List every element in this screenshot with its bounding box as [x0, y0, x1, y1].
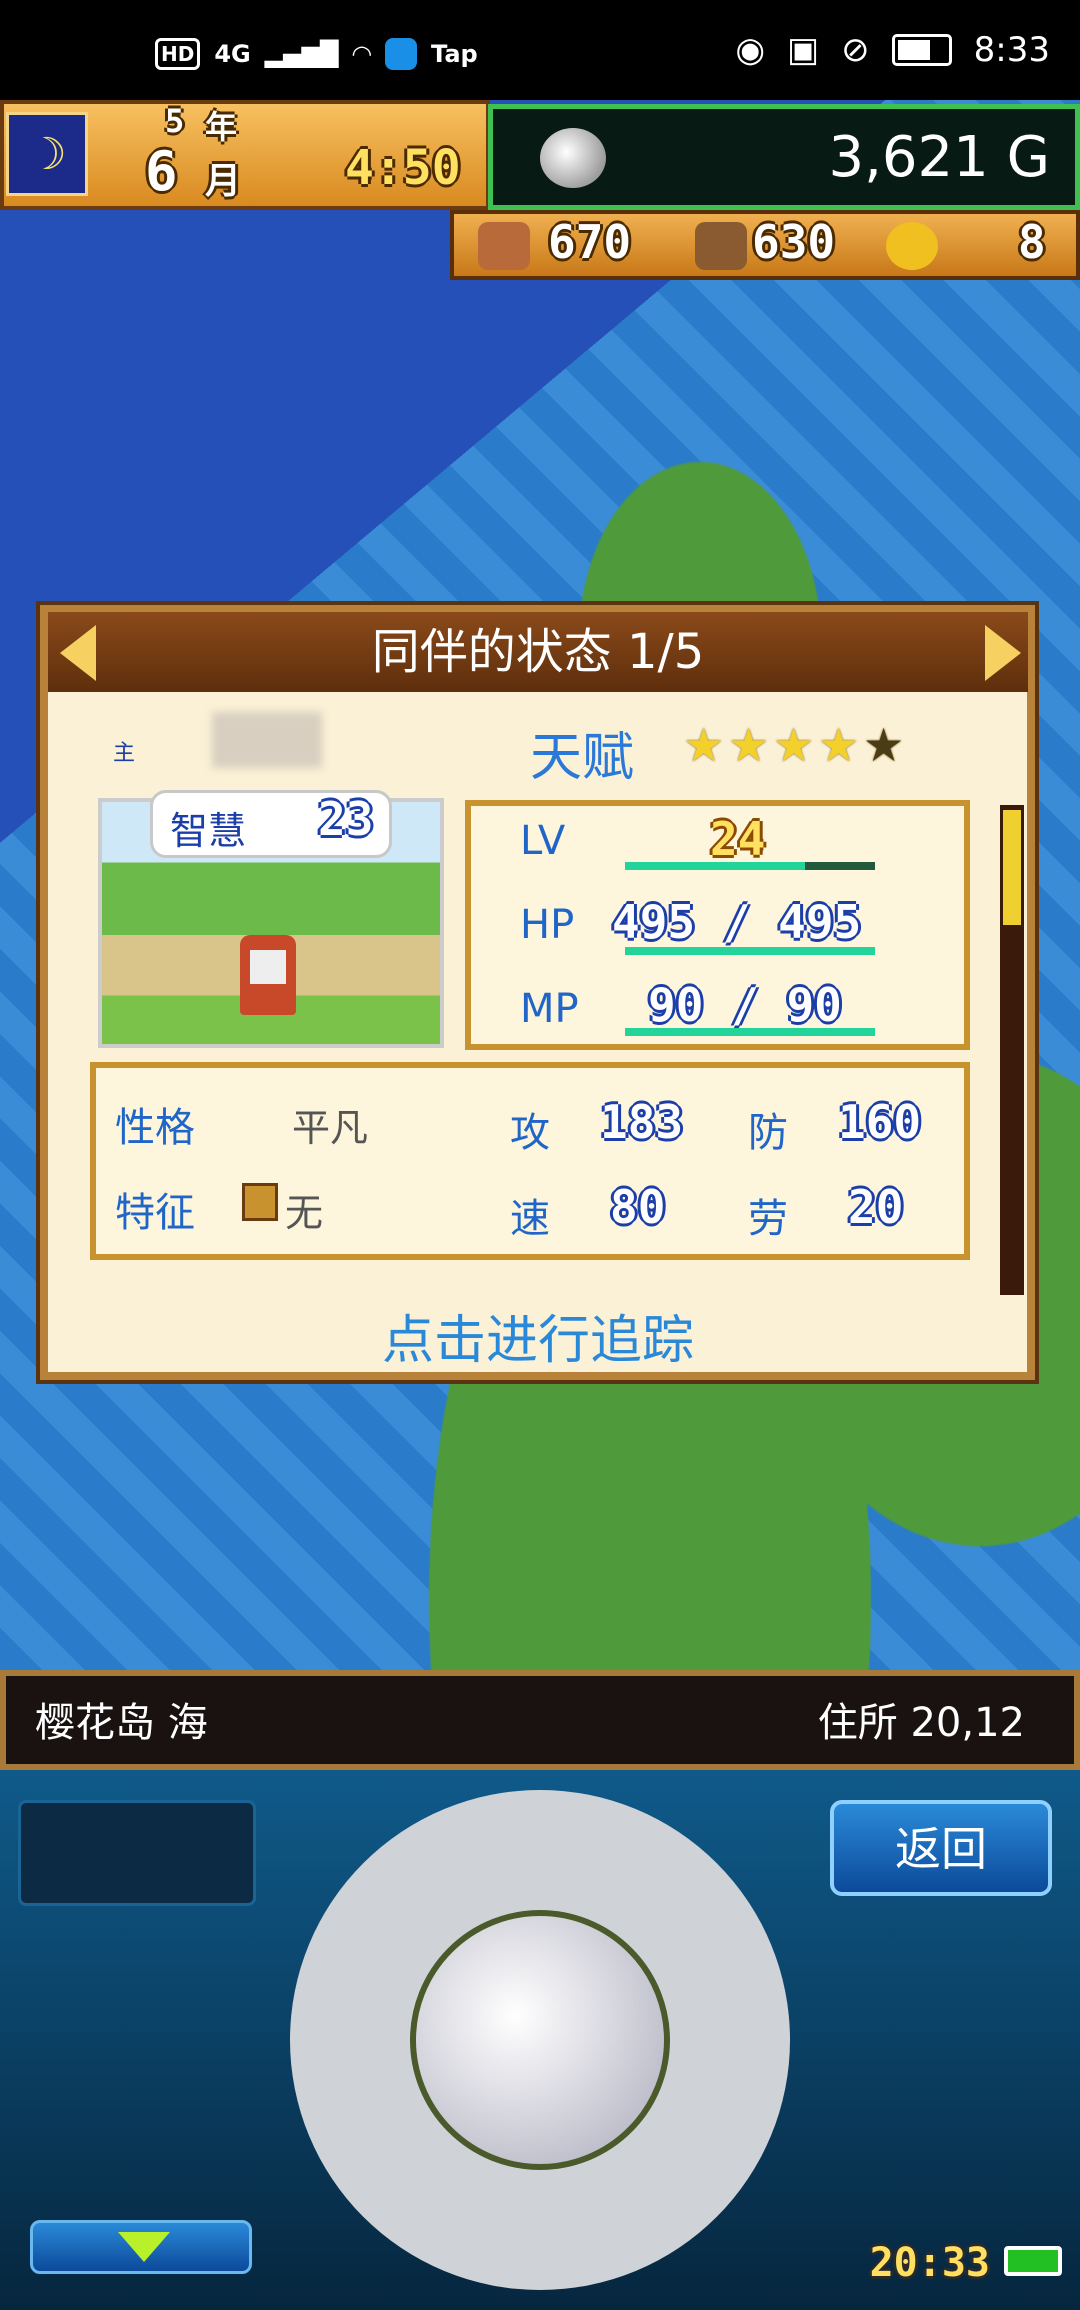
back-button[interactable]: 返回 — [830, 1800, 1052, 1896]
star-filled-icon: ★ — [683, 718, 725, 772]
wisdom-label: 智慧 — [170, 809, 247, 853]
year-value: 5 — [165, 102, 185, 140]
coin-icon — [540, 128, 606, 188]
address-coords: 住所 20,12 — [817, 1700, 1025, 1746]
mp-gauge — [625, 1028, 875, 1036]
dpad-center-button[interactable] — [410, 1910, 670, 2170]
star-filled-icon: ★ — [728, 718, 770, 772]
track-button[interactable]: 点击进行追踪 — [48, 1298, 1028, 1373]
gold-value: 3,621 G — [828, 125, 1050, 190]
status-time: 8:33 — [973, 30, 1050, 70]
attack-label: 攻 — [510, 1110, 550, 1156]
mp-gauge-fill — [625, 1028, 875, 1036]
lv-gauge — [625, 862, 875, 870]
labor-label: 劳 — [748, 1196, 788, 1242]
master-label: 主 — [113, 741, 136, 766]
hp-value: 495 / 495 — [612, 895, 862, 949]
status-bar: HD 4G ▂▄▆█ ◠ Tap ◉ ▣ ⊘ 8:33 — [0, 0, 1080, 100]
food-value: 670 — [548, 215, 632, 269]
hp-gauge-fill — [625, 947, 875, 955]
battery-level-icon — [1004, 2246, 1062, 2276]
dialog-scroll-thumb[interactable] — [1003, 810, 1021, 925]
food-icon — [478, 222, 530, 270]
game-time: 4:50 — [345, 140, 461, 196]
wisdom-value: 23 — [318, 792, 374, 846]
moon-icon: ☽ — [6, 112, 88, 196]
tap-label: Tap — [431, 40, 478, 68]
personality-value: 平凡 — [292, 1106, 369, 1150]
speed-value: 80 — [610, 1180, 666, 1234]
wood-icon — [695, 222, 747, 270]
hp-gauge — [625, 947, 875, 955]
defense-label: 防 — [748, 1110, 788, 1156]
personality-label: 性格 — [115, 1105, 195, 1151]
companion-name-blurred — [212, 712, 322, 768]
companion-face — [250, 950, 286, 984]
next-arrow-icon[interactable] — [985, 625, 1021, 681]
month-label: 月 — [205, 161, 242, 202]
wood-value: 630 — [752, 215, 836, 269]
dialog-title: 同伴的状态 1/5 — [371, 624, 705, 680]
device-clock: 20:33 — [869, 2240, 990, 2286]
wifi-icon: ◠ — [352, 40, 372, 68]
chevron-down-icon — [118, 2232, 170, 2262]
medal-value: 8 — [1018, 215, 1046, 269]
attack-value: 183 — [600, 1095, 684, 1149]
trait-label: 特征 — [115, 1190, 195, 1236]
lv-label: LV — [520, 818, 566, 864]
empty-slot-button[interactable] — [18, 1800, 256, 1906]
star-empty-icon: ★ — [863, 718, 905, 772]
year-label: 年 — [205, 108, 238, 146]
labor-value: 20 — [848, 1180, 904, 1234]
mp-value: 90 / 90 — [648, 978, 842, 1032]
eye-icon: ◉ — [735, 30, 766, 70]
speed-label: 速 — [510, 1196, 550, 1242]
hp-label: HP — [520, 902, 575, 948]
lv-gauge-fill — [625, 862, 805, 870]
hd-badge: HD — [155, 38, 201, 70]
trait-value: 无 — [285, 1191, 324, 1235]
nfc-icon: ▣ — [787, 30, 820, 70]
star-filled-icon: ★ — [818, 718, 860, 772]
network-label: 4G — [214, 40, 251, 68]
month-value: 6 — [145, 140, 178, 203]
signal-icon: ▂▄▆█ — [264, 40, 339, 68]
mp-label: MP — [520, 986, 579, 1032]
battery-icon — [891, 34, 952, 66]
defense-value: 160 — [838, 1095, 922, 1149]
talent-label: 天赋 — [530, 728, 635, 788]
prev-arrow-icon[interactable] — [60, 625, 96, 681]
lv-value: 24 — [710, 812, 766, 866]
mute-icon: ⊘ — [841, 30, 870, 70]
star-filled-icon: ★ — [773, 718, 815, 772]
location-name: 樱花岛 海 — [35, 1700, 208, 1746]
tap-icon — [385, 38, 418, 70]
trait-icon — [242, 1183, 278, 1221]
medal-icon — [886, 222, 938, 270]
